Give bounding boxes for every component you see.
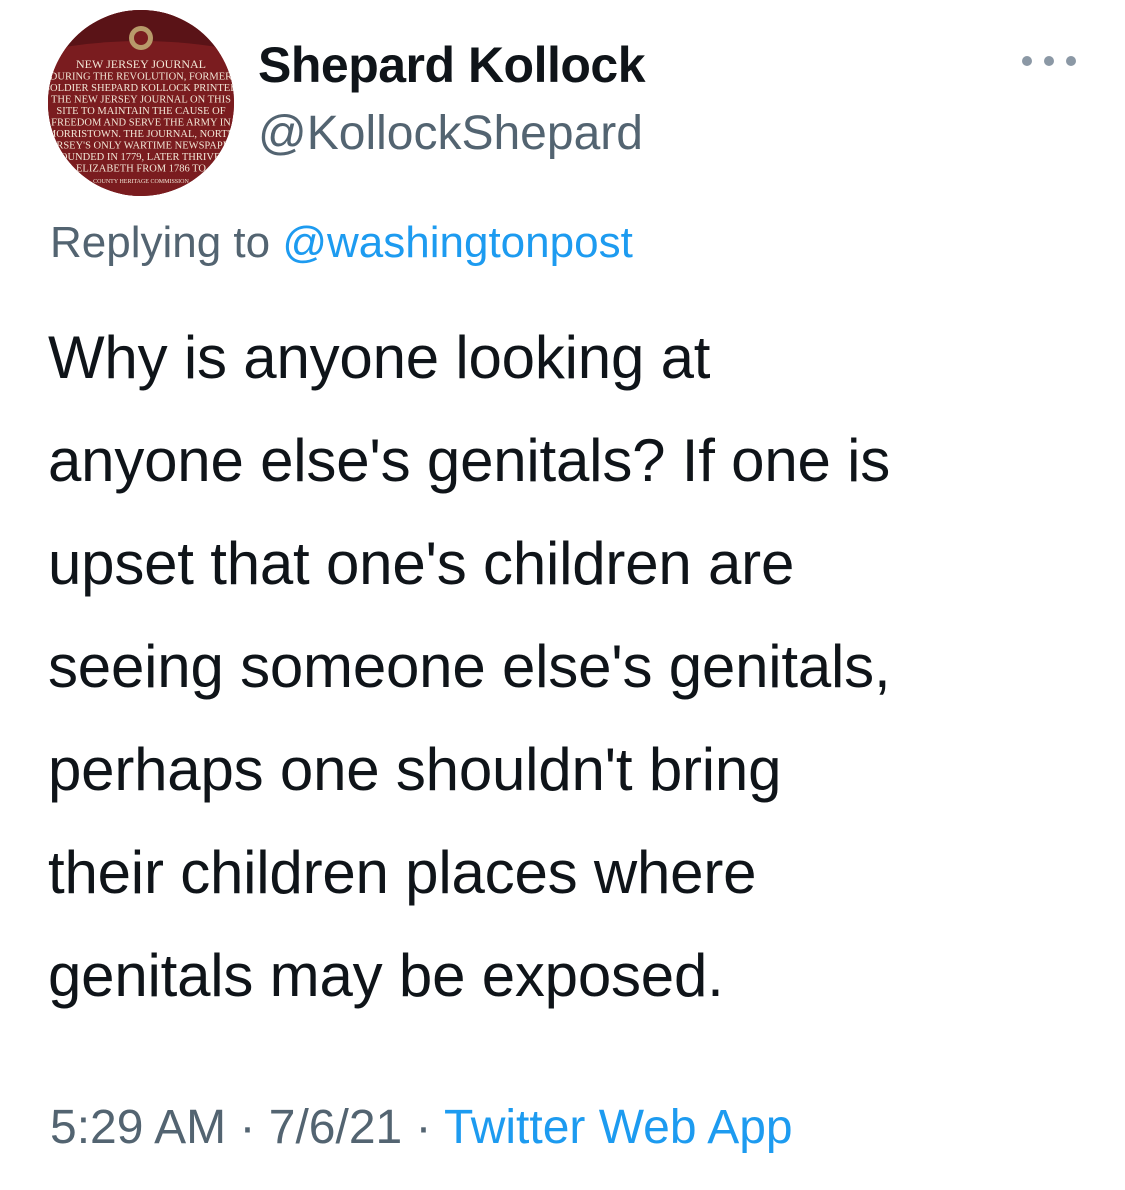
plaque-text-line: ELIZABETH FROM 1786 TO	[76, 164, 206, 175]
plaque-text-line: COUNTY HERITAGE COMMISSION	[93, 179, 189, 185]
tweet-text-line: Why is anyone looking at	[48, 324, 711, 391]
reply-context-prefix: Replying to	[50, 218, 283, 267]
plaque-text-line: JERSEY'S ONLY WARTIME NEWSPAPER	[48, 141, 234, 152]
plaque-text-line: FOUNDED IN 1779, LATER THRIVED	[54, 152, 228, 163]
tweet-text-line: their children places where	[48, 839, 757, 906]
tweet-time[interactable]: 5:29 AM	[50, 1101, 226, 1154]
plaque-text-line: THE NEW JERSEY JOURNAL ON THIS	[51, 95, 231, 106]
more-horizontal-icon-dot	[1066, 56, 1076, 66]
plaque-text-line: SITE TO MAINTAIN THE CAUSE OF	[56, 106, 225, 117]
plaque-text-line: FREEDOM AND SERVE THE ARMY IN	[51, 118, 231, 129]
historical-marker-icon: NEW JERSEY JOURNALDURING THE REVOLUTION,…	[48, 10, 234, 196]
tweet-text-line: anyone else's genitals? If one is	[48, 427, 891, 494]
reply-context: Replying to @washingtonpost	[50, 218, 633, 268]
tweet-meta: 5:29 AM · 7/6/21 · Twitter Web App	[50, 1100, 793, 1155]
plaque-text-line: DURING THE REVOLUTION, FORMER	[50, 72, 232, 83]
meta-separator: ·	[402, 1101, 445, 1154]
more-horizontal-icon-dot	[1044, 56, 1054, 66]
tweet-source-link[interactable]: Twitter Web App	[444, 1101, 793, 1154]
tweet: NEW JERSEY JOURNAL DURING THE REVOLUTION,…	[0, 0, 1125, 1190]
reply-mention-link[interactable]: @washingtonpost	[282, 218, 632, 267]
tweet-date[interactable]: 7/6/21	[269, 1101, 402, 1154]
tweet-text-line: upset that one's children are	[48, 530, 795, 597]
more-options-button[interactable]	[1022, 46, 1076, 76]
plaque-text-line: NEW JERSEY JOURNAL	[76, 57, 206, 71]
meta-separator: ·	[226, 1101, 269, 1154]
tweet-text-line: perhaps one shouldn't bring	[48, 736, 782, 803]
avatar[interactable]: NEW JERSEY JOURNAL DURING THE REVOLUTION,…	[48, 10, 234, 196]
plaque-text-line: SOLDIER SHEPARD KOLLOCK PRINTED	[48, 83, 234, 94]
user-handle[interactable]: @KollockShepard	[258, 106, 643, 161]
tweet-text-line: genitals may be exposed.	[48, 942, 724, 1009]
tweet-text: Why is anyone looking at anyone else's g…	[48, 306, 1088, 1027]
more-horizontal-icon	[1022, 56, 1032, 66]
tweet-text-line: seeing someone else's genitals,	[48, 633, 891, 700]
display-name[interactable]: Shepard Kollock	[258, 36, 646, 94]
plaque-text-line: MORRISTOWN. THE JOURNAL, NORTH	[48, 129, 234, 140]
